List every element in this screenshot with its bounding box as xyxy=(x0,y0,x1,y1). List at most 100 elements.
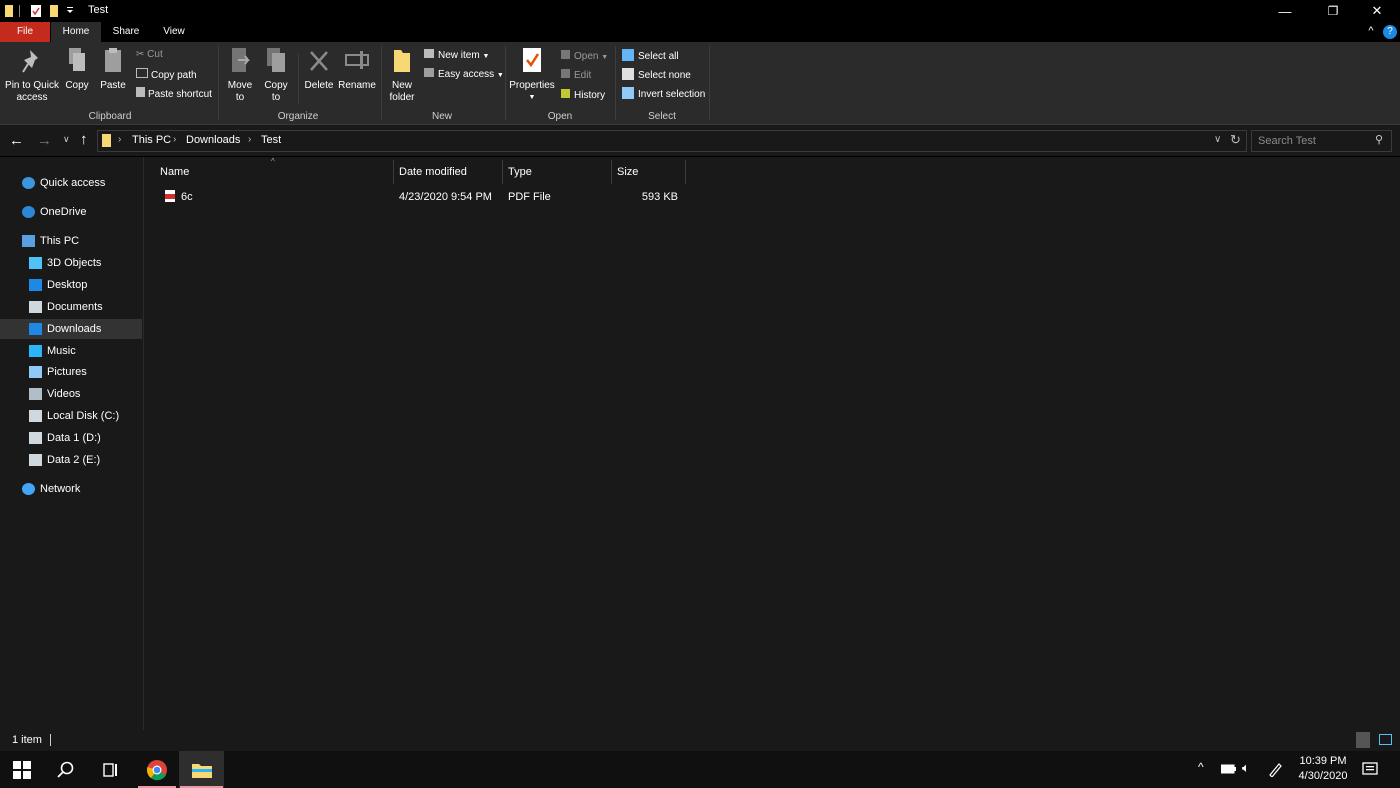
breadcrumb-this-pc[interactable]: This PC xyxy=(132,134,171,146)
address-dropdown-chevron-icon[interactable]: ∨ xyxy=(1214,134,1221,145)
sidebar-item-documents[interactable]: Documents xyxy=(0,297,142,317)
column-header-name[interactable]: Name xyxy=(154,160,394,184)
navigation-pane: Quick access OneDrive This PC 3D Objects Des… xyxy=(0,157,144,730)
copy-button[interactable]: Copy xyxy=(62,46,92,92)
file-list-pane: ^ Name Date modified Type Size 6c 4/23/2… xyxy=(144,157,1400,730)
drive-icon xyxy=(29,432,42,444)
action-center-icon[interactable] xyxy=(1362,762,1378,777)
refresh-icon[interactable]: ↻ xyxy=(1230,132,1241,148)
show-hidden-icons-chevron-icon[interactable]: ^ xyxy=(1198,760,1204,774)
tab-share[interactable]: Share xyxy=(102,22,150,42)
column-header-type[interactable]: Type xyxy=(502,160,612,184)
invert-selection-button[interactable]: Invert selection xyxy=(622,87,705,101)
select-all-icon xyxy=(622,49,634,61)
recent-locations-chevron-icon[interactable]: ∨ xyxy=(63,134,70,145)
tab-home[interactable]: Home xyxy=(51,22,101,42)
picture-icon xyxy=(29,366,42,378)
cut-label: Cut xyxy=(147,49,163,60)
file-explorer-button[interactable] xyxy=(179,751,224,788)
sidebar-item-desktop[interactable]: Desktop xyxy=(0,275,142,295)
copy-path-button[interactable]: Copy path xyxy=(136,68,197,82)
sidebar-item-local-disk-c[interactable]: Local Disk (C:) xyxy=(0,406,142,426)
invert-selection-icon xyxy=(622,87,634,99)
cut-button[interactable]: ✂ Cut xyxy=(136,49,163,61)
sidebar-item-data-2-e[interactable]: Data 2 (E:) xyxy=(0,450,142,470)
new-group-label: New xyxy=(431,111,452,122)
new-folder-button[interactable]: New folder xyxy=(386,46,418,104)
sidebar-item-pictures[interactable]: Pictures xyxy=(0,362,142,382)
sidebar-item-quick-access[interactable]: Quick access xyxy=(0,173,142,193)
sidebar-item-label: OneDrive xyxy=(40,206,87,218)
sidebar-item-onedrive[interactable]: OneDrive xyxy=(0,202,142,222)
large-icons-view-icon[interactable] xyxy=(1379,734,1392,745)
breadcrumb-chevron-icon[interactable]: › xyxy=(118,134,121,145)
pen-workspace-icon[interactable] xyxy=(1267,761,1283,777)
details-view-icon[interactable] xyxy=(1356,732,1370,748)
rename-button[interactable]: Rename xyxy=(338,46,376,92)
help-icon[interactable]: ? xyxy=(1383,25,1397,39)
column-header-date-modified[interactable]: Date modified xyxy=(393,160,503,184)
move-to-label-2: to xyxy=(235,92,245,103)
paste-shortcut-button[interactable]: Paste shortcut xyxy=(136,87,212,101)
breadcrumb-downloads[interactable]: Downloads xyxy=(186,134,240,146)
open-button[interactable]: Open ▼ xyxy=(561,50,608,64)
delete-button[interactable]: Delete xyxy=(302,46,336,92)
sidebar-item-music[interactable]: Music xyxy=(0,341,142,361)
new-folder-qat-icon[interactable] xyxy=(49,4,59,18)
close-button[interactable]: ✕ xyxy=(1354,0,1400,22)
start-button[interactable] xyxy=(0,751,44,788)
sidebar-item-3d-objects[interactable]: 3D Objects xyxy=(0,253,142,273)
sidebar-item-this-pc[interactable]: This PC xyxy=(0,231,142,251)
tab-file[interactable]: File xyxy=(0,22,50,42)
forward-arrow-icon[interactable]: → xyxy=(37,132,52,149)
select-none-button[interactable]: Select none xyxy=(622,68,691,82)
chrome-button[interactable] xyxy=(135,751,179,788)
collapse-ribbon-icon[interactable]: ^ xyxy=(1364,25,1378,39)
column-header-size[interactable]: Size xyxy=(611,160,686,184)
search-icon[interactable]: ⚲ xyxy=(1375,133,1383,146)
qat-dropdown-icon[interactable] xyxy=(66,7,74,21)
back-arrow-icon[interactable]: ← xyxy=(9,132,24,149)
history-label: History xyxy=(574,90,606,101)
minimize-button[interactable]: — xyxy=(1262,0,1308,22)
breadcrumb-test[interactable]: Test xyxy=(261,134,281,146)
sidebar-item-network[interactable]: Network xyxy=(0,479,142,499)
sidebar-item-data-1-d[interactable]: Data 1 (D:) xyxy=(0,428,142,448)
tab-view[interactable]: View xyxy=(150,22,198,42)
new-item-button[interactable]: New item ▼ xyxy=(424,49,489,63)
file-date-modified: 4/23/2020 9:54 PM xyxy=(399,191,492,203)
sidebar-item-label: Quick access xyxy=(40,177,106,189)
select-all-button[interactable]: Select all xyxy=(622,49,679,63)
new-folder-label-1: New xyxy=(391,80,412,91)
pin-to-quick-access-button[interactable]: Pin to Quick access xyxy=(4,46,60,104)
properties-qat-icon[interactable] xyxy=(30,4,42,18)
search-box[interactable]: ⚲ xyxy=(1251,130,1392,152)
up-arrow-icon[interactable]: ↑ xyxy=(80,131,88,148)
clock[interactable]: 10:39 PM 4/30/2020 xyxy=(1290,754,1356,784)
address-bar[interactable]: › This PC › Downloads › Test ∨ ↻ xyxy=(97,130,1247,152)
copy-to-button[interactable]: Copy to xyxy=(260,46,292,104)
battery-icon[interactable] xyxy=(1221,764,1237,774)
sidebar-item-downloads[interactable]: Downloads xyxy=(0,319,142,339)
properties-button[interactable]: Properties ▼ xyxy=(508,46,556,104)
table-row[interactable]: 6c 4/23/2020 9:54 PM PDF File 593 KB xyxy=(154,185,686,207)
sidebar-item-videos[interactable]: Videos xyxy=(0,384,142,404)
pin-to-quick-access-label: Pin to Quick access xyxy=(5,80,59,103)
volume-icon[interactable]: 🔈︎ xyxy=(1242,760,1250,776)
properties-label: Properties xyxy=(509,80,555,91)
sidebar-item-label: Desktop xyxy=(47,279,88,291)
history-button[interactable]: History xyxy=(561,89,605,102)
edit-button[interactable]: Edit xyxy=(561,69,591,82)
breadcrumb-chevron-icon[interactable]: › xyxy=(173,134,176,145)
search-input[interactable] xyxy=(1252,131,1373,151)
task-view-button[interactable] xyxy=(88,751,132,788)
easy-access-button[interactable]: Easy access ▼ xyxy=(424,68,504,82)
paste-label: Paste xyxy=(100,80,126,91)
edit-icon xyxy=(561,69,570,78)
search-button[interactable] xyxy=(44,751,88,788)
move-to-button[interactable]: Move to xyxy=(224,46,256,104)
easy-access-dropdown-icon: ▼ xyxy=(496,72,504,79)
restore-button[interactable]: ❐ xyxy=(1310,0,1356,22)
breadcrumb-chevron-icon[interactable]: › xyxy=(248,134,251,145)
paste-button[interactable]: Paste xyxy=(98,46,128,92)
